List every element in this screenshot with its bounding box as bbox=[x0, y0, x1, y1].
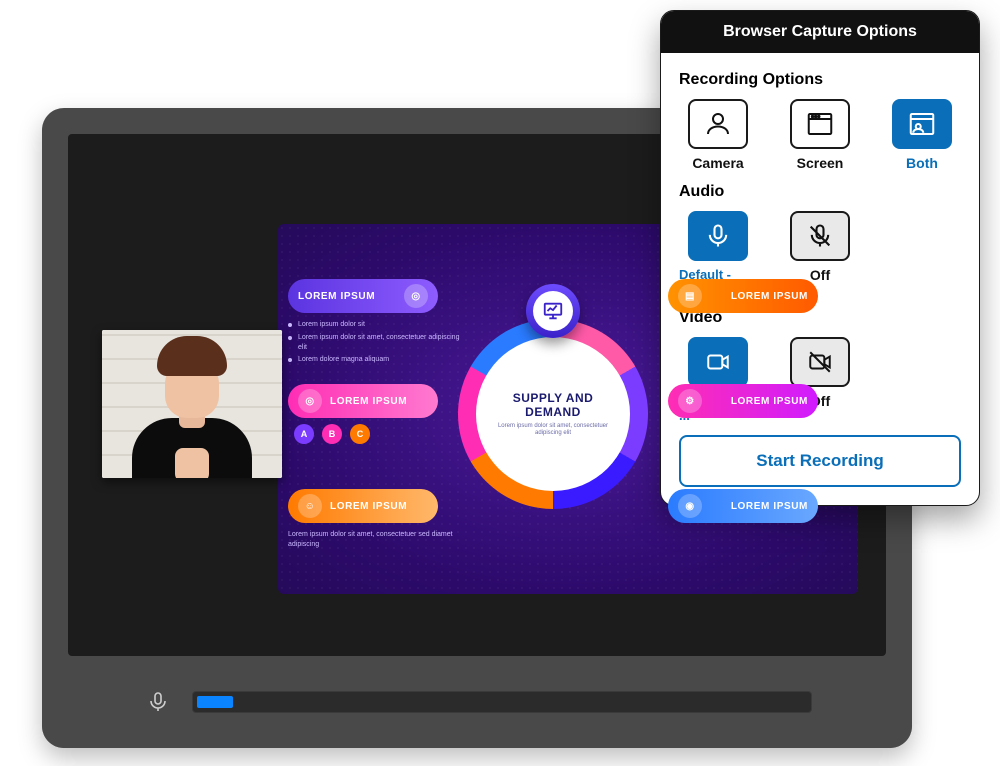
audio-level-bar[interactable] bbox=[192, 691, 812, 713]
both-icon bbox=[892, 99, 952, 149]
slide-pill-5: ⚙ LOREM IPSUM bbox=[668, 384, 818, 418]
slide-pill-3: ☺ LOREM IPSUM bbox=[288, 489, 438, 523]
option-label: Camera bbox=[692, 155, 743, 171]
slide-subtitle: Lorem ipsum dolor sit amet, consectetuer… bbox=[488, 423, 618, 437]
option-label: Screen bbox=[797, 155, 844, 171]
recording-options-row: Camera Screen Both bbox=[679, 99, 961, 171]
pill-label: LOREM IPSUM bbox=[731, 501, 808, 512]
camera-icon bbox=[688, 99, 748, 149]
audio-title: Audio bbox=[679, 183, 961, 201]
presenter-avatar bbox=[127, 348, 257, 478]
slide-pill-4: ▤ LOREM IPSUM bbox=[668, 279, 818, 313]
slide-pill-2: ◎ LOREM IPSUM bbox=[288, 384, 438, 418]
recording-options-title: Recording Options bbox=[679, 71, 961, 89]
gear-icon: ⚙ bbox=[678, 389, 702, 413]
bulb-icon: ◉ bbox=[678, 494, 702, 518]
person-icon: ☺ bbox=[298, 494, 322, 518]
presentation-icon bbox=[533, 291, 573, 331]
doc-icon: ▤ bbox=[678, 284, 702, 308]
slide-bullets: Lorem ipsum dolor sit Lorem ipsum dolor … bbox=[288, 320, 468, 368]
cam-off-icon bbox=[790, 337, 850, 387]
pill-label: LOREM IPSUM bbox=[330, 501, 407, 512]
pill-label: LOREM IPSUM bbox=[731, 291, 808, 302]
pill-label: LOREM IPSUM bbox=[298, 291, 375, 302]
pill-label: LOREM IPSUM bbox=[330, 396, 407, 407]
chart-badge bbox=[526, 284, 580, 338]
option-label: Off bbox=[810, 267, 830, 283]
target-icon: ◎ bbox=[298, 389, 322, 413]
audio-level-fill bbox=[197, 696, 233, 708]
mic-icon bbox=[688, 211, 748, 261]
slide-pill-1: LOREM IPSUM ◎ bbox=[288, 279, 438, 313]
viewer-toolbar bbox=[42, 656, 912, 748]
capture-options-panel: Browser Capture Options Recording Option… bbox=[660, 10, 980, 506]
panel-title: Browser Capture Options bbox=[661, 11, 979, 53]
target-icon: ◎ bbox=[404, 284, 428, 308]
cam-icon bbox=[688, 337, 748, 387]
pill-label: LOREM IPSUM bbox=[731, 396, 808, 407]
option-camera[interactable]: Camera bbox=[679, 99, 757, 171]
option-screen[interactable]: Screen bbox=[781, 99, 859, 171]
mic-off-icon bbox=[790, 211, 850, 261]
mic-toggle[interactable] bbox=[142, 686, 174, 718]
abc-badges: A B C bbox=[294, 424, 370, 444]
option-both[interactable]: Both bbox=[883, 99, 961, 171]
presentation-slide: LOREM IPSUM ◎ Lorem ipsum dolor sit Lore… bbox=[278, 224, 858, 594]
center-ring: SUPPLY AND DEMAND Lorem ipsum dolor sit … bbox=[458, 319, 648, 509]
start-recording-button[interactable]: Start Recording bbox=[679, 435, 961, 487]
slide-title: SUPPLY AND DEMAND bbox=[488, 391, 618, 419]
screen-icon bbox=[790, 99, 850, 149]
camera-preview bbox=[102, 330, 282, 478]
slide-subtext: Lorem ipsum dolor sit amet, consectetuer… bbox=[288, 530, 478, 550]
slide-pill-6: ◉ LOREM IPSUM bbox=[668, 489, 818, 523]
option-label: Both bbox=[906, 155, 938, 171]
